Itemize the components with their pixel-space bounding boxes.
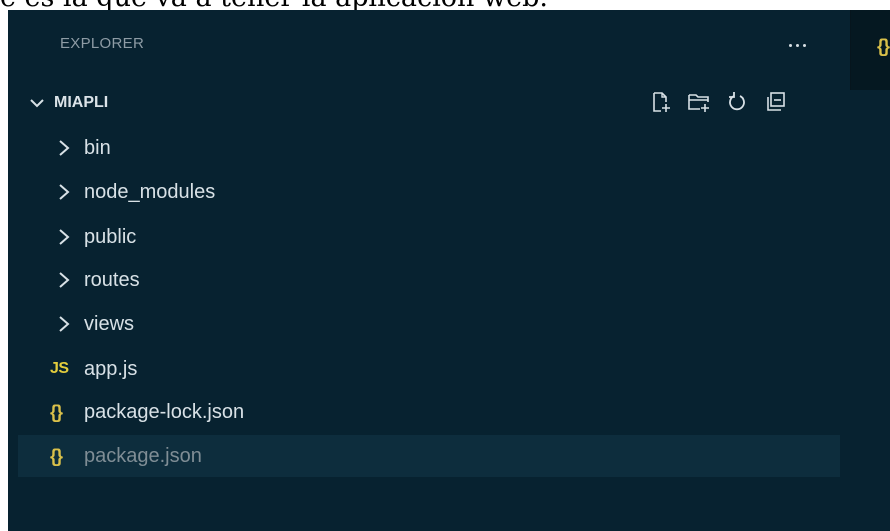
new-file-icon (653, 92, 670, 112)
tree-file-package-lock-json[interactable]: {} package-lock.json (18, 391, 840, 433)
tree-item-label: package.json (84, 444, 202, 467)
refresh-icon (729, 92, 745, 111)
vscode-explorer-panel: EXPLORER {} MIAPLI bin node_modules publ… (8, 10, 890, 531)
tree-item-label: views (84, 312, 135, 335)
chevron-right-icon (59, 184, 70, 200)
chevron-right-icon (59, 140, 70, 156)
explorer-title: EXPLORER (60, 35, 145, 52)
tree-item-label: routes (84, 268, 140, 291)
tree-file-package-json[interactable]: {} package.json (18, 435, 840, 477)
tree-folder-public[interactable]: public (18, 216, 840, 258)
chevron-right-icon (59, 316, 70, 332)
folder-name: MIAPLI (54, 94, 109, 111)
tree-item-label: node_modules (84, 180, 216, 203)
tree-folder-bin[interactable]: bin (18, 127, 840, 169)
javascript-file-icon: JS (50, 360, 69, 377)
editor-tab-peek[interactable]: {} (851, 10, 890, 90)
explorer-header-actions (649, 90, 787, 114)
tree-item-label: package-lock.json (84, 400, 245, 423)
tree-item-label: app.js (84, 357, 138, 380)
tree-file-app-js[interactable]: JS app.js (18, 348, 840, 390)
page: e es la que va a tener la aplicación web… (0, 0, 890, 531)
more-actions-button[interactable] (781, 34, 813, 56)
ellipsis-dot-icon (788, 43, 792, 47)
tree-item-label: bin (84, 136, 111, 159)
chevron-down-icon (30, 99, 44, 108)
new-file-button[interactable] (649, 90, 673, 114)
tree-folder-views[interactable]: views (18, 303, 840, 345)
tree-folder-node-modules[interactable]: node_modules (18, 171, 840, 213)
refresh-button[interactable] (725, 90, 749, 114)
ellipsis-dot-icon (795, 43, 799, 47)
chevron-right-icon (59, 229, 70, 245)
new-folder-icon (688, 94, 709, 112)
tree-folder-routes[interactable]: routes (18, 259, 840, 301)
ellipsis-dot-icon (802, 43, 806, 47)
new-folder-button[interactable] (687, 90, 711, 114)
json-file-icon: {} (50, 445, 63, 466)
json-file-icon: {} (877, 36, 890, 56)
json-file-icon: {} (50, 401, 63, 422)
tree-item-label: public (84, 225, 137, 248)
chevron-right-icon (59, 272, 70, 288)
folder-header-miapli[interactable]: MIAPLI (28, 88, 108, 118)
collapse-all-button[interactable] (763, 90, 787, 114)
collapse-all-icon (767, 92, 785, 111)
